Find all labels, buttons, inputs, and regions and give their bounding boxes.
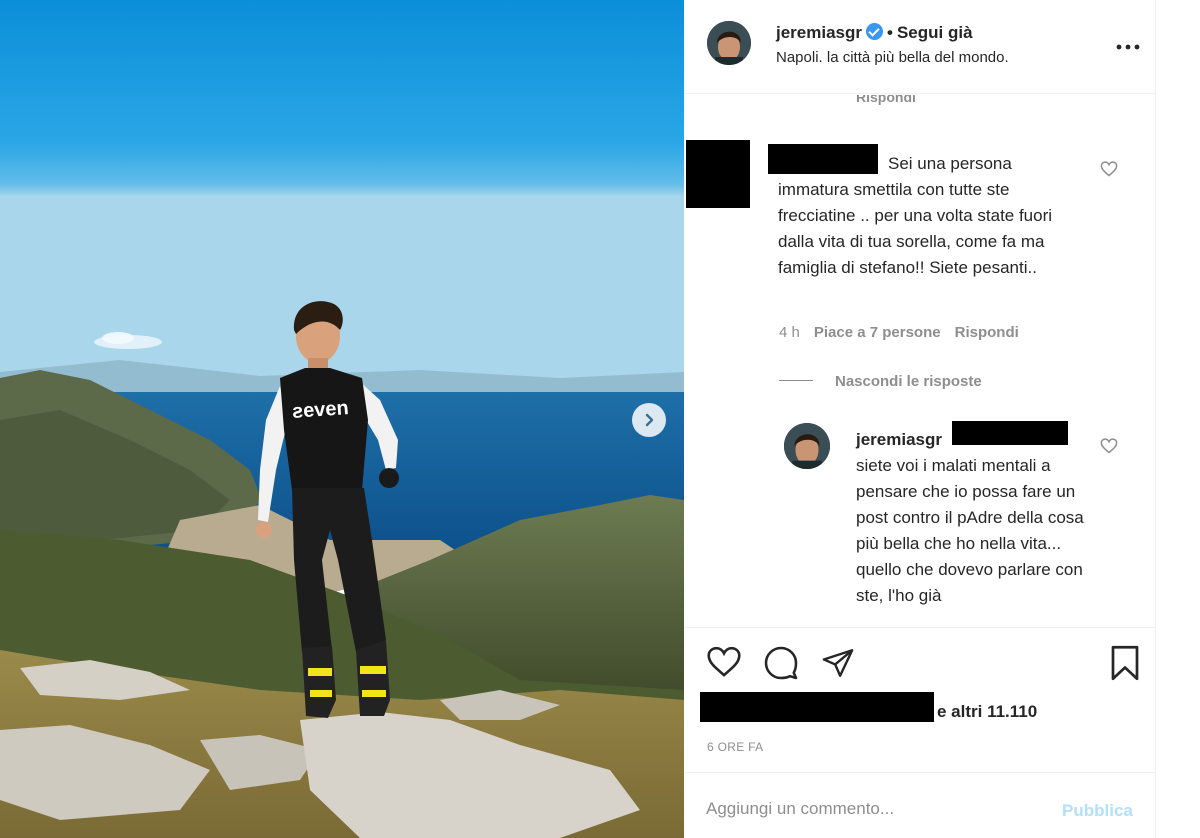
save-button[interactable] [1109, 645, 1141, 686]
share-button[interactable] [821, 646, 855, 685]
publish-button[interactable]: Pubblica [1062, 801, 1133, 821]
following-button[interactable]: Segui già [897, 23, 973, 42]
separator-dot: • [887, 23, 893, 42]
comment-input[interactable] [706, 799, 1036, 819]
comment-likes-count[interactable]: Piace a 7 persone [814, 324, 941, 341]
comment-like-button[interactable] [1100, 161, 1118, 182]
reply-body: siete voi i malati mentali a pensare che… [856, 456, 1084, 605]
hide-replies-line [779, 380, 813, 381]
avatar[interactable] [707, 21, 751, 65]
header-user-line: jeremiasgr • Segui già [776, 23, 973, 43]
reply-link[interactable]: Rispondi [856, 95, 916, 105]
comments-list[interactable]: Rispondi Sei una persona immatura smetti… [684, 95, 1156, 625]
comment-meta: 4 h Piace a 7 persone Rispondi [779, 324, 1033, 341]
send-icon [822, 649, 854, 677]
comment-text: Sei una persona immatura smettila con tu… [778, 151, 1078, 281]
post-image[interactable]: ƨeven [0, 0, 684, 838]
hide-replies-label: Nascondi le risposte [835, 373, 982, 390]
likes-count[interactable]: e altri 11.110 [937, 702, 1037, 722]
more-options-button[interactable] [1116, 33, 1140, 53]
comment-time: 4 h [779, 324, 800, 341]
reply-avatar[interactable] [784, 423, 830, 469]
comment-body: Sei una persona immatura smettila con tu… [778, 154, 1053, 277]
reply-username[interactable]: jeremiasgr [856, 430, 942, 449]
next-photo-button[interactable] [632, 403, 666, 437]
post-header: jeremiasgr • Segui già Napoli. la città pi… [684, 0, 1156, 94]
reply-like-button[interactable] [1100, 438, 1118, 459]
avatar-image [707, 21, 751, 65]
post-timestamp: 6 ORE FA [707, 740, 764, 754]
like-button[interactable] [706, 646, 742, 683]
post-side-panel: jeremiasgr • Segui già Napoli. la città pi… [684, 0, 1156, 838]
hide-replies-button[interactable]: Nascondi le risposte [779, 373, 982, 390]
bookmark-icon [1111, 645, 1139, 681]
reply-text: jeremiasgr siete voi i malati mentali a … [856, 427, 1086, 609]
add-comment-bar: Pubblica [684, 772, 1156, 838]
svg-text:ƨeven: ƨeven [291, 397, 349, 423]
post-photo: ƨeven [0, 0, 684, 838]
heart-icon [707, 646, 741, 677]
chevron-right-icon [645, 413, 654, 427]
avatar-image [784, 423, 830, 469]
more-horizontal-icon [1116, 44, 1140, 50]
comment-icon [764, 646, 798, 680]
username-link[interactable]: jeremiasgr [776, 23, 862, 42]
verified-badge-icon [866, 23, 883, 40]
comment-reply-link[interactable]: Rispondi [955, 324, 1019, 341]
redacted-avatar [686, 140, 750, 208]
heart-icon [1100, 438, 1118, 454]
comment-button[interactable] [763, 645, 799, 686]
redacted-likers [700, 692, 934, 722]
post-actions: e altri 11.110 6 ORE FA [684, 627, 1156, 772]
location-link[interactable]: Napoli. la città più bella del mondo. [776, 49, 1009, 66]
heart-icon [1100, 161, 1118, 177]
redacted-mention [952, 421, 1068, 445]
